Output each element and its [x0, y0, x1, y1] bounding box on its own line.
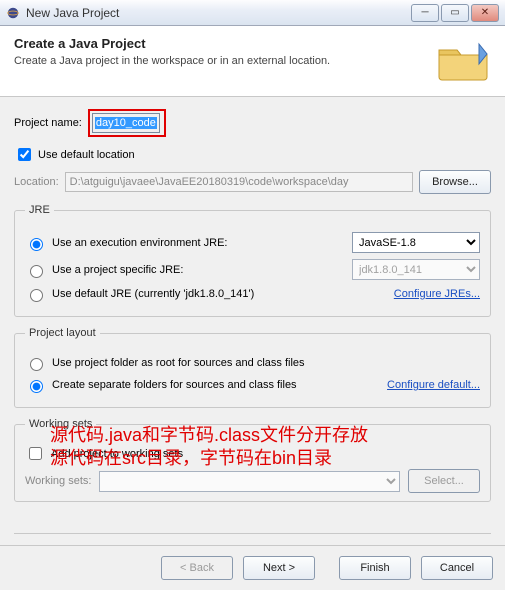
add-working-sets-label: Add project to working sets	[51, 448, 183, 460]
default-jre-radio[interactable]	[30, 289, 43, 302]
use-default-location-checkbox[interactable]	[18, 148, 31, 161]
highlight-annotation: day10_code	[88, 109, 166, 137]
location-input	[65, 172, 413, 192]
separate-layout-label: Create separate folders for sources and …	[52, 379, 381, 391]
window-controls: ─ ▭ ✕	[411, 4, 499, 22]
banner-subheading: Create a Java project in the workspace o…	[14, 55, 425, 67]
jre-legend: JRE	[25, 204, 54, 216]
add-working-sets-checkbox[interactable]	[29, 447, 42, 460]
working-sets-label: Working sets:	[25, 475, 91, 487]
configure-jres-link[interactable]: Configure JREs...	[394, 288, 480, 300]
working-sets-group: Working sets Add project to working sets…	[14, 418, 491, 502]
use-default-location-label: Use default location	[38, 149, 135, 161]
finish-button[interactable]: Finish	[339, 556, 411, 580]
separate-layout-radio[interactable]	[30, 380, 43, 393]
next-button[interactable]: Next >	[243, 556, 315, 580]
layout-group: Project layout Use project folder as roo…	[14, 327, 491, 408]
back-button: < Back	[161, 556, 233, 580]
exec-env-select[interactable]: JavaSE-1.8	[352, 232, 480, 253]
close-button[interactable]: ✕	[471, 4, 499, 22]
root-layout-label: Use project folder as root for sources a…	[52, 357, 480, 369]
project-name-input[interactable]: day10_code	[95, 117, 157, 129]
minimize-button[interactable]: ─	[411, 4, 439, 22]
location-label: Location:	[14, 176, 59, 188]
working-sets-legend: Working sets	[25, 418, 96, 430]
exec-env-radio[interactable]	[30, 238, 43, 251]
exec-env-label: Use an execution environment JRE:	[52, 237, 346, 249]
titlebar: New Java Project ─ ▭ ✕	[0, 0, 505, 26]
jre-group: JRE Use an execution environment JRE: Ja…	[14, 204, 491, 317]
browse-button[interactable]: Browse...	[419, 170, 491, 194]
select-working-sets-button: Select...	[408, 469, 480, 493]
default-jre-label: Use default JRE (currently 'jdk1.8.0_141…	[52, 288, 388, 300]
configure-default-link[interactable]: Configure default...	[387, 379, 480, 391]
project-jre-radio[interactable]	[30, 265, 43, 278]
window-title: New Java Project	[26, 6, 119, 20]
eclipse-icon	[6, 6, 20, 20]
wizard-footer: < Back Next > Finish Cancel	[0, 545, 505, 590]
project-jre-select: jdk1.8.0_141	[352, 259, 480, 280]
project-jre-label: Use a project specific JRE:	[52, 264, 346, 276]
project-name-row: Project name: day10_code	[14, 109, 491, 137]
root-layout-radio[interactable]	[30, 358, 43, 371]
wizard-banner: Create a Java Project Create a Java proj…	[0, 26, 505, 97]
cancel-button[interactable]: Cancel	[421, 556, 493, 580]
maximize-button[interactable]: ▭	[441, 4, 469, 22]
folder-icon	[435, 36, 491, 84]
working-sets-select	[99, 471, 400, 492]
banner-heading: Create a Java Project	[14, 36, 425, 51]
project-name-label: Project name:	[14, 117, 82, 129]
footer-separator	[14, 533, 491, 534]
layout-legend: Project layout	[25, 327, 100, 339]
